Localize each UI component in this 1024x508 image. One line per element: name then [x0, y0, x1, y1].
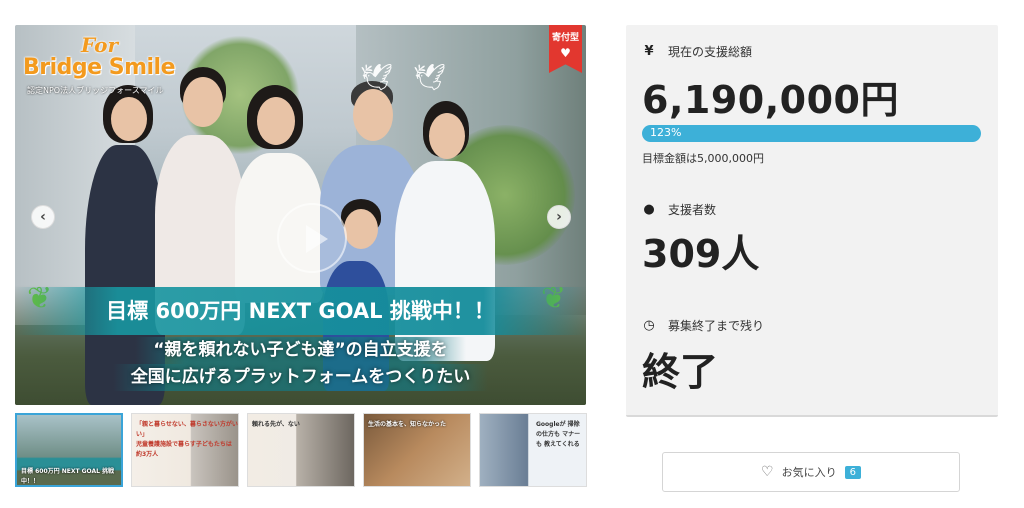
badge-label: 寄付型 — [551, 33, 579, 43]
bird-icon: 🕊🕊 — [360, 63, 467, 93]
clock-icon: ◷ — [643, 318, 655, 333]
tagline-line-1: “親を頼れない子ども達”の自立支援を — [135, 337, 466, 364]
supporters-label: ● 支援者数 — [642, 201, 716, 218]
favorite-label: お気に入り — [781, 466, 837, 479]
main-image[interactable]: For Bridge Smile 認定NPO法人ブリッジフォースマイル 🕊🕊 寄… — [15, 25, 586, 405]
progress-percent: 123% — [650, 126, 682, 139]
person-icon: ● — [643, 202, 655, 217]
thumbnail-caption: 生活の基本を、知らなかった — [368, 421, 447, 428]
thumbnail-caption: 目標 600万円 NEXT GOAL 挑戦中！！ — [21, 468, 115, 485]
previous-slide-button[interactable]: ‹ — [31, 205, 55, 229]
favorite-count-badge: 6 — [844, 465, 861, 479]
target-amount: 目標金額は5,000,000円 — [642, 152, 764, 165]
chevron-right-icon: › — [556, 209, 562, 225]
thumbnail-2[interactable]: 「親と暮らせない、暮らさない方がいい」 児童養護施設で暮らす子どもたちは 約3万… — [131, 413, 239, 487]
total-support-label-text: 現在の支援総額 — [668, 45, 753, 59]
remaining-time-value: 終了 — [642, 350, 719, 394]
bridge-for-smile-logo: For Bridge Smile 認定NPO法人ブリッジフォースマイル — [21, 29, 201, 119]
remaining-time-label: ◷ 募集終了まで残り — [642, 317, 764, 334]
play-icon — [306, 225, 328, 253]
supporters-label-text: 支援者数 — [668, 203, 717, 217]
thumbnail-3[interactable]: 頼れる先が、ない — [247, 413, 355, 487]
thumbnail-5[interactable]: Googleが 掃除の仕方も マナーも 教えてくれる — [479, 413, 587, 487]
thumbnail-1[interactable]: 目標 600万円 NEXT GOAL 挑戦中！！ — [15, 413, 123, 487]
project-tagline: “親を頼れない子ども達”の自立支援を 全国に広げるプラットフォームをつくりたい — [15, 337, 586, 391]
total-support-label: ¥ 現在の支援総額 — [642, 43, 752, 60]
chevron-left-icon: ‹ — [40, 209, 46, 225]
funding-status-panel: ¥ 現在の支援総額 6,190,000円 123% 目標金額は5,000,000… — [626, 25, 998, 417]
heart-icon: ♡ — [761, 464, 774, 480]
funding-progress-bar: 123% — [642, 125, 981, 142]
thumbnail-caption: Googleが 掃除の仕方も マナーも 教えてくれる — [536, 421, 581, 448]
next-slide-button[interactable]: › — [547, 205, 571, 229]
tagline-line-2: 全国に広げるプラットフォームをつくりたい — [112, 364, 489, 391]
logo-subtitle: 認定NPO法人ブリッジフォースマイル — [27, 86, 164, 95]
thumbnail-4[interactable]: 生活の基本を、知らなかった — [363, 413, 471, 487]
thumbnail-caption: 頼れる先が、ない — [252, 421, 300, 428]
favorite-button[interactable]: ♡ お気に入り 6 — [662, 452, 960, 492]
goal-banner: 目標 600万円 NEXT GOAL 挑戦中！！ — [15, 287, 586, 335]
total-support-amount: 6,190,000円 — [642, 78, 899, 122]
thumbnail-caption: 「親と暮らせない、暮らさない方がいい」 児童養護施設で暮らす子どもたちは 約3万… — [136, 421, 238, 458]
logo-text-for: For — [81, 33, 118, 57]
play-video-button[interactable] — [277, 203, 347, 273]
logo-text-main: Bridge Smile — [23, 55, 176, 80]
yen-icon: ¥ — [644, 44, 654, 59]
supporters-count: 309人 — [642, 232, 760, 276]
thumbnail-strip: 目標 600万円 NEXT GOAL 挑戦中！！ 「親と暮らせない、暮らさない方… — [15, 413, 587, 487]
hand-heart-icon: ♥ — [560, 46, 571, 60]
remaining-time-label-text: 募集終了まで残り — [668, 319, 765, 333]
